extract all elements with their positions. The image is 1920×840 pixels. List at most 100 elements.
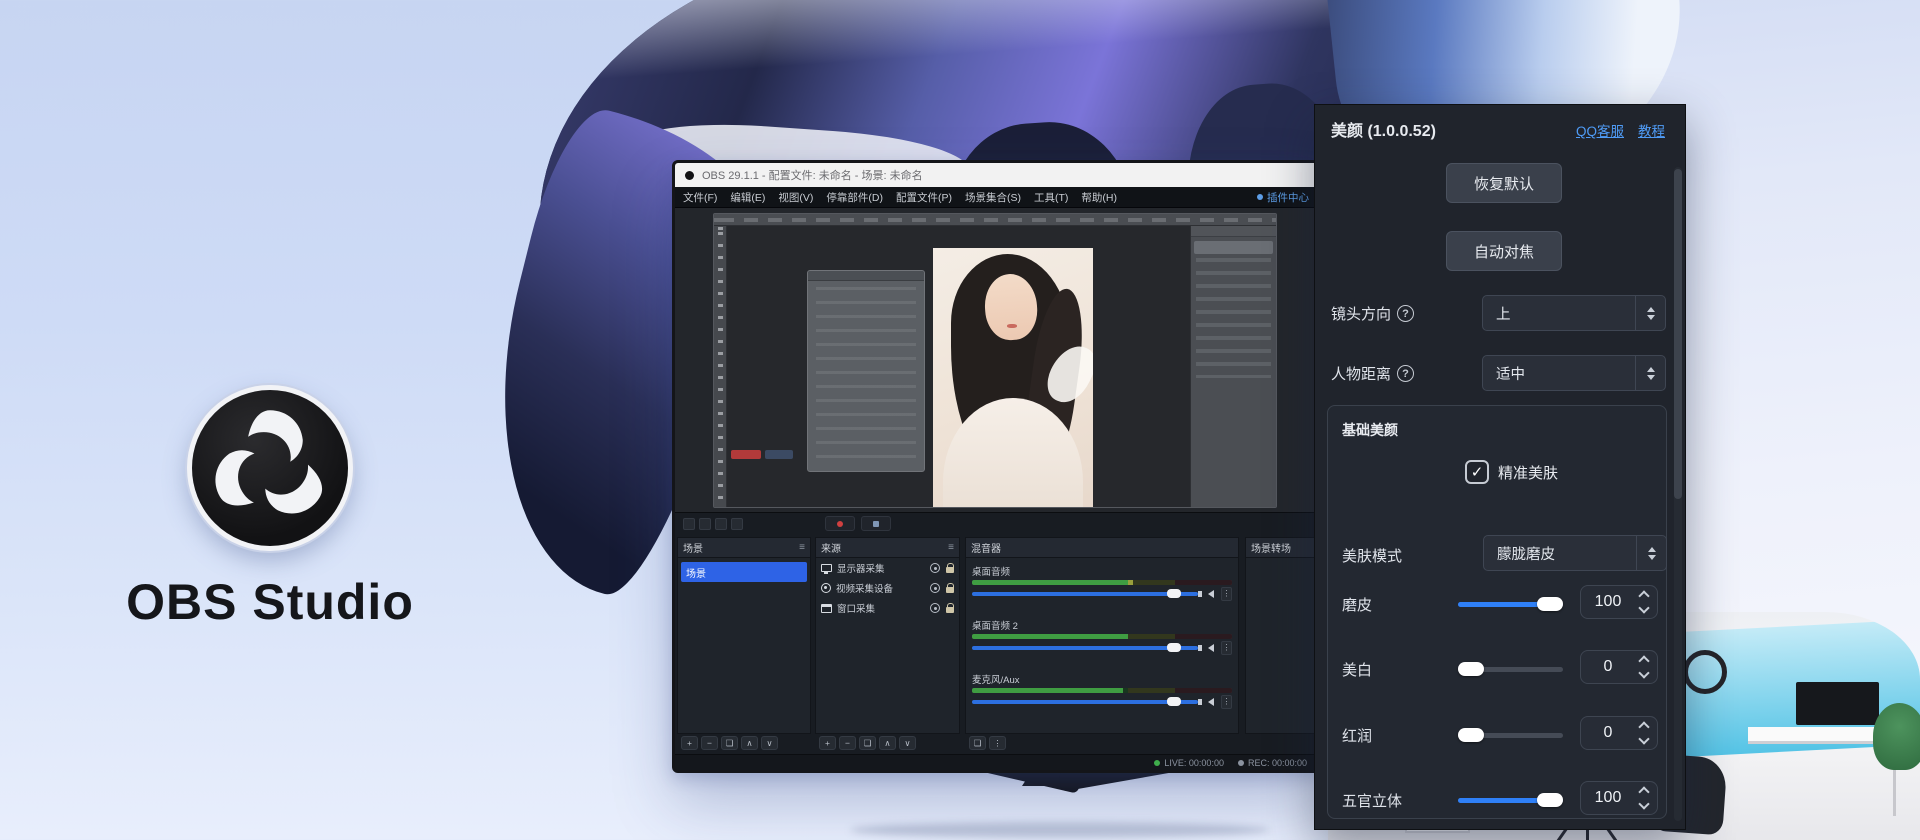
source-item[interactable]: 窗口采集 [816,598,959,618]
spinner-down-icon[interactable] [1638,798,1649,809]
slider-value: 0 [1581,658,1635,676]
autofocus-button[interactable]: 自动对焦 [1446,231,1562,271]
lock-icon[interactable] [946,587,954,593]
mixer-more-button[interactable]: ⋮ [989,736,1006,750]
menu-scene-collection[interactable]: 场景集合(S) [965,190,1021,205]
record-indicator-button[interactable] [825,516,855,531]
menu-profile[interactable]: 配置文件(P) [896,190,952,205]
volume-slider[interactable]: ⋮ [972,589,1232,599]
value-spinner[interactable] [1635,654,1657,680]
spinner-up-icon[interactable] [1638,786,1649,797]
dock-mini-button[interactable] [715,518,727,530]
menu-file[interactable]: 文件(F) [683,190,717,205]
slider-knob[interactable] [1537,597,1563,611]
spinner-up-icon[interactable] [1638,721,1649,732]
visibility-eye-icon[interactable] [930,563,940,573]
slider-knob[interactable] [1537,793,1563,807]
lens-direction-select[interactable]: 上 [1482,295,1666,331]
menu-tools[interactable]: 工具(T) [1034,190,1068,205]
dock-mini-button[interactable] [731,518,743,530]
mixer-config-button[interactable]: ❏ [969,736,986,750]
visibility-eye-icon[interactable] [930,583,940,593]
facial-3d-value-box[interactable]: 100 [1580,781,1658,815]
facial-3d-slider[interactable] [1458,798,1563,803]
volume-slider[interactable]: ⋮ [972,643,1232,653]
dock-mini-button[interactable] [683,518,695,530]
lock-icon[interactable] [946,567,954,573]
value-spinner[interactable] [1635,720,1657,746]
spinner-up-icon[interactable] [1638,590,1649,601]
precise-skin-row[interactable]: ✓ 精准美肤 [1465,460,1558,484]
photoshop-side-panels [1190,226,1276,507]
portrait-lips [1007,324,1017,328]
visibility-eye-icon[interactable] [930,603,940,613]
source-up-button[interactable]: ∧ [879,736,896,750]
select-chevrons[interactable] [1635,296,1665,330]
rosy-slider[interactable] [1458,733,1563,738]
panel-layer-rows [1196,258,1271,378]
restore-default-button[interactable]: 恢复默认 [1446,163,1562,203]
rosy-value-box[interactable]: 0 [1580,716,1658,750]
menu-plugin-center[interactable]: 插件中心 [1257,190,1309,205]
slider-knob[interactable] [1458,728,1484,742]
speaker-icon[interactable] [1208,698,1214,706]
dock-mini-button[interactable] [699,518,711,530]
scene-down-button[interactable]: ∨ [761,736,778,750]
value-spinner[interactable] [1635,589,1657,615]
volume-slider-knob[interactable] [1167,589,1181,598]
panel-scrollbar-thumb[interactable] [1674,169,1682,499]
volume-slider-knob[interactable] [1167,697,1181,706]
help-icon[interactable]: ? [1397,305,1414,322]
remove-scene-button[interactable]: − [701,736,718,750]
value-spinner[interactable] [1635,785,1657,811]
scene-up-button[interactable]: ∧ [741,736,758,750]
scene-item-selected[interactable]: 场景 [681,562,807,582]
speaker-icon[interactable] [1208,590,1214,598]
menu-help[interactable]: 帮助(H) [1081,190,1117,205]
spinner-down-icon[interactable] [1638,733,1649,744]
smoothing-value-box[interactable]: 100 [1580,585,1658,619]
spinner-down-icon[interactable] [1638,667,1649,678]
select-chevrons[interactable] [1635,356,1665,390]
remove-source-button[interactable]: − [839,736,856,750]
rec-dot-icon [1238,760,1244,766]
help-icon[interactable]: ? [1397,365,1414,382]
panel-scrollbar[interactable] [1674,167,1682,821]
layout-indicator-button[interactable] [861,516,891,531]
hamburger-icon[interactable]: ≡ [799,542,805,553]
whitening-slider[interactable] [1458,667,1563,672]
person-distance-select[interactable]: 适中 [1482,355,1666,391]
scene-properties-button[interactable]: ❏ [721,736,738,750]
source-down-button[interactable]: ∨ [899,736,916,750]
skin-mode-select[interactable]: 朦胧磨皮 [1483,535,1667,571]
source-item[interactable]: 显示器采集 [816,558,959,578]
volume-slider[interactable]: ⋮ [972,697,1232,707]
sources-dock-header: 来源 ≡ [816,538,959,558]
record-dot-icon [837,521,843,527]
hamburger-icon[interactable]: ≡ [948,542,954,553]
kebab-menu-icon[interactable]: ⋮ [1221,587,1232,601]
speaker-icon[interactable] [1208,644,1214,652]
menu-docks[interactable]: 停靠部件(D) [826,190,883,205]
menu-view[interactable]: 视图(V) [778,190,813,205]
checkbox-checked-icon[interactable]: ✓ [1465,460,1489,484]
source-item[interactable]: 视频采集设备 [816,578,959,598]
select-chevrons[interactable] [1636,536,1666,570]
mixer-channel: 麦克风/Aux ⋮ [972,672,1232,707]
lock-icon[interactable] [946,607,954,613]
smoothing-slider[interactable] [1458,602,1563,607]
slider-knob[interactable] [1458,662,1484,676]
kebab-menu-icon[interactable]: ⋮ [1221,641,1232,655]
tutorial-link[interactable]: 教程 [1638,120,1665,140]
add-scene-button[interactable]: + [681,736,698,750]
spinner-up-icon[interactable] [1638,655,1649,666]
floating-panel-rows [816,287,916,463]
qq-support-link[interactable]: QQ客服 [1576,120,1624,140]
volume-slider-knob[interactable] [1167,643,1181,652]
spinner-down-icon[interactable] [1638,602,1649,613]
source-properties-button[interactable]: ❏ [859,736,876,750]
whitening-value-box[interactable]: 0 [1580,650,1658,684]
kebab-menu-icon[interactable]: ⋮ [1221,695,1232,709]
menu-edit[interactable]: 编辑(E) [730,190,765,205]
add-source-button[interactable]: + [819,736,836,750]
